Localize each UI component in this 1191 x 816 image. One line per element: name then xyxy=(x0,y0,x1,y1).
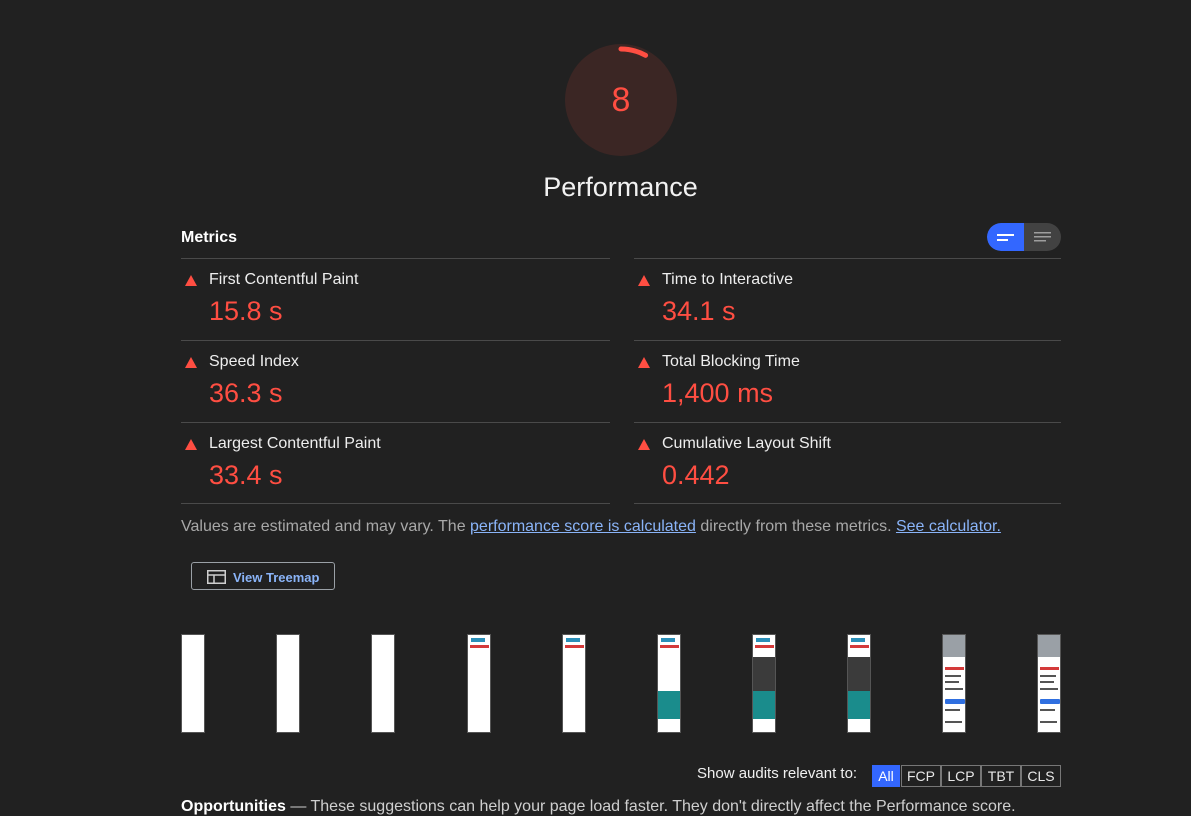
metrics-note: Values are estimated and may vary. The p… xyxy=(181,518,1001,536)
opportunities-intro: Opportunities — These suggestions can he… xyxy=(181,798,1016,816)
divider xyxy=(181,503,610,504)
note-prefix: Values are estimated and may vary. The xyxy=(181,518,471,535)
metric-value: 0.442 xyxy=(662,460,730,490)
filmstrip-frame xyxy=(181,634,205,733)
metrics-view-toggle[interactable] xyxy=(987,223,1061,251)
filmstrip-frame xyxy=(276,634,300,733)
fail-triangle-icon xyxy=(185,357,197,368)
list-detailed-icon xyxy=(997,234,1014,241)
toggle-detailed-view[interactable] xyxy=(987,223,1024,251)
view-treemap-button[interactable]: View Treemap xyxy=(191,562,335,590)
fail-triangle-icon xyxy=(185,275,197,286)
metric-fcp: First Contentful Paint 15.8 s xyxy=(181,258,610,340)
see-calculator-link[interactable]: See calculator. xyxy=(896,518,1001,535)
filmstrip-frame xyxy=(752,634,776,733)
note-middle: directly from these metrics. xyxy=(695,518,896,535)
filmstrip-frame xyxy=(467,634,491,733)
audits-filter-label: Show audits relevant to: xyxy=(697,765,858,782)
metric-label: Speed Index xyxy=(209,353,299,370)
fail-triangle-icon xyxy=(638,275,650,286)
fail-triangle-icon xyxy=(638,439,650,450)
metrics-column-left: First Contentful Paint 15.8 s Speed Inde… xyxy=(181,258,610,504)
metric-value: 15.8 s xyxy=(209,296,283,326)
filter-chip-all[interactable]: All xyxy=(872,765,900,787)
metric-tbt: Total Blocking Time 1,400 ms xyxy=(634,340,1061,422)
filmstrip-frame xyxy=(657,634,681,733)
filter-chip-fcp[interactable]: FCP xyxy=(901,765,941,787)
metric-value: 33.4 s xyxy=(209,460,283,490)
filmstrip-frame xyxy=(847,634,871,733)
filmstrip-frame xyxy=(1037,634,1061,733)
filmstrip xyxy=(181,634,1061,734)
metric-tti: Time to Interactive 34.1 s xyxy=(634,258,1061,340)
metric-label: Largest Contentful Paint xyxy=(209,435,381,452)
list-compact-icon xyxy=(1034,232,1051,242)
category-title: Performance xyxy=(543,172,698,202)
metric-label: Total Blocking Time xyxy=(662,353,800,370)
fail-triangle-icon xyxy=(185,439,197,450)
score-calculated-link[interactable]: performance score is calculated xyxy=(470,518,696,535)
view-treemap-label: View Treemap xyxy=(233,570,320,585)
filter-chip-tbt[interactable]: TBT xyxy=(981,765,1021,787)
metrics-column-right: Time to Interactive 34.1 s Total Blockin… xyxy=(634,258,1061,504)
metric-value: 34.1 s xyxy=(662,296,736,326)
filter-chip-lcp[interactable]: LCP xyxy=(941,765,981,787)
metric-label: First Contentful Paint xyxy=(209,271,359,288)
filter-chip-cls[interactable]: CLS xyxy=(1021,765,1061,787)
fail-triangle-icon xyxy=(638,357,650,368)
metric-lcp: Largest Contentful Paint 33.4 s xyxy=(181,422,610,504)
metric-value: 36.3 s xyxy=(209,378,283,408)
filmstrip-frame xyxy=(562,634,586,733)
divider xyxy=(634,503,1061,504)
metric-label: Time to Interactive xyxy=(662,271,794,288)
metric-speed-index: Speed Index 36.3 s xyxy=(181,340,610,422)
metrics-header: Metrics xyxy=(181,229,238,246)
score-value: 8 xyxy=(611,81,631,119)
treemap-icon xyxy=(207,570,226,584)
filmstrip-frame xyxy=(942,634,966,733)
filmstrip-frame xyxy=(371,634,395,733)
metric-value: 1,400 ms xyxy=(662,378,774,408)
metric-cls: Cumulative Layout Shift 0.442 xyxy=(634,422,1061,504)
metric-label: Cumulative Layout Shift xyxy=(662,435,831,452)
toggle-compact-view[interactable] xyxy=(1024,223,1061,251)
